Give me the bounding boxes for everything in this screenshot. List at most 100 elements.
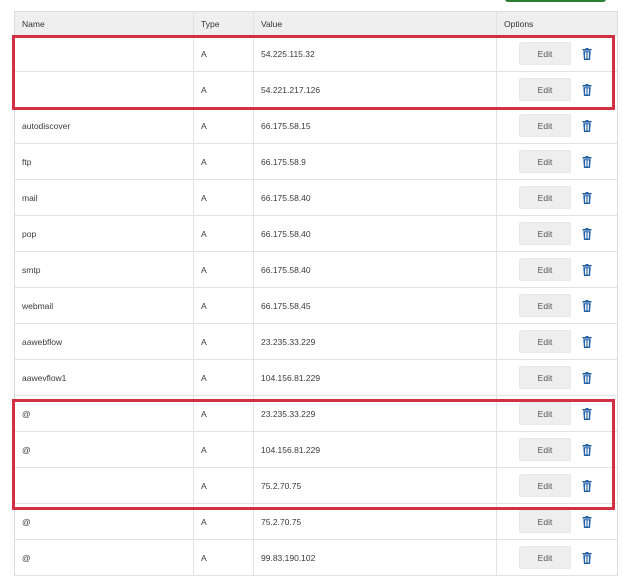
edit-button[interactable]: Edit (519, 546, 571, 569)
trash-icon[interactable] (581, 551, 593, 564)
record-options: Edit (497, 396, 617, 431)
edit-button[interactable]: Edit (519, 330, 571, 353)
edit-button[interactable]: Edit (519, 402, 571, 425)
record-value: 66.175.58.40 (254, 252, 497, 287)
table-row: A 54.221.217.126 Edit (15, 72, 617, 108)
table-row: aawevflow1 A 104.156.81.229 Edit (15, 360, 617, 396)
record-name: @ (15, 432, 194, 467)
edit-button[interactable]: Edit (519, 42, 571, 65)
trash-icon[interactable] (581, 479, 593, 492)
record-name (15, 36, 194, 71)
record-value: 23.235.33.229 (254, 396, 497, 431)
record-value: 75.2.70.75 (254, 468, 497, 503)
record-name: mail (15, 180, 194, 215)
table-row: mail A 66.175.58.40 Edit (15, 180, 617, 216)
record-options: Edit (497, 36, 617, 71)
record-options: Edit (497, 288, 617, 323)
edit-button[interactable]: Edit (519, 186, 571, 209)
record-type: A (194, 324, 254, 359)
record-name: ftp (15, 144, 194, 179)
record-options: Edit (497, 72, 617, 107)
record-options: Edit (497, 324, 617, 359)
record-type: A (194, 432, 254, 467)
edit-button[interactable]: Edit (519, 474, 571, 497)
record-options: Edit (497, 108, 617, 143)
table-row: aawebflow A 23.235.33.229 Edit (15, 324, 617, 360)
record-options: Edit (497, 144, 617, 179)
record-type: A (194, 396, 254, 431)
table-row: autodiscover A 66.175.58.15 Edit (15, 108, 617, 144)
record-type: A (194, 540, 254, 575)
table-row: @ A 99.83.190.102 Edit (15, 540, 617, 576)
record-value: 23.235.33.229 (254, 324, 497, 359)
header-type: Type (194, 12, 254, 35)
trash-icon[interactable] (581, 407, 593, 420)
record-value: 54.221.217.126 (254, 72, 497, 107)
edit-button[interactable]: Edit (519, 78, 571, 101)
record-name: @ (15, 504, 194, 539)
record-type: A (194, 144, 254, 179)
header-name: Name (15, 12, 194, 35)
edit-button[interactable]: Edit (519, 150, 571, 173)
table-row: A 54.225.115.32 Edit (15, 36, 617, 72)
record-options: Edit (497, 252, 617, 287)
edit-button[interactable]: Edit (519, 114, 571, 137)
trash-icon[interactable] (581, 443, 593, 456)
trash-icon[interactable] (581, 227, 593, 240)
table-row: smtp A 66.175.58.40 Edit (15, 252, 617, 288)
edit-button[interactable]: Edit (519, 222, 571, 245)
edit-button[interactable]: Edit (519, 258, 571, 281)
record-name: aawebflow (15, 324, 194, 359)
trash-icon[interactable] (581, 191, 593, 204)
record-options: Edit (497, 468, 617, 503)
record-options: Edit (497, 432, 617, 467)
record-options: Edit (497, 540, 617, 575)
record-value: 99.83.190.102 (254, 540, 497, 575)
record-type: A (194, 468, 254, 503)
trash-icon[interactable] (581, 47, 593, 60)
trash-icon[interactable] (581, 515, 593, 528)
record-options: Edit (497, 504, 617, 539)
record-name: @ (15, 396, 194, 431)
record-options: Edit (497, 180, 617, 215)
record-type: A (194, 360, 254, 395)
table-body: A 54.225.115.32 Edit A 54.221.217.126 Edit aut… (15, 36, 617, 576)
trash-icon[interactable] (581, 119, 593, 132)
record-value: 54.225.115.32 (254, 36, 497, 71)
edit-button[interactable]: Edit (519, 294, 571, 317)
table-row: A 75.2.70.75 Edit (15, 468, 617, 504)
record-type: A (194, 504, 254, 539)
record-type: A (194, 216, 254, 251)
record-name (15, 72, 194, 107)
record-name: autodiscover (15, 108, 194, 143)
record-value: 66.175.58.9 (254, 144, 497, 179)
record-options: Edit (497, 360, 617, 395)
record-value: 66.175.58.40 (254, 216, 497, 251)
record-type: A (194, 108, 254, 143)
edit-button[interactable]: Edit (519, 366, 571, 389)
record-value: 104.156.81.229 (254, 432, 497, 467)
trash-icon[interactable] (581, 155, 593, 168)
trash-icon[interactable] (581, 371, 593, 384)
table-row: @ A 104.156.81.229 Edit (15, 432, 617, 468)
header-options: Options (504, 18, 534, 29)
table-row: @ A 23.235.33.229 Edit (15, 396, 617, 432)
record-value: 66.175.58.40 (254, 180, 497, 215)
record-type: A (194, 180, 254, 215)
edit-button[interactable]: Edit (519, 510, 571, 533)
record-name: aawevflow1 (15, 360, 194, 395)
trash-icon[interactable] (581, 299, 593, 312)
table-header: Name Type Value Options (15, 12, 617, 36)
record-type: A (194, 72, 254, 107)
trash-icon[interactable] (581, 263, 593, 276)
record-name: pop (15, 216, 194, 251)
add-record-button[interactable] (505, 0, 606, 2)
trash-icon[interactable] (581, 83, 593, 96)
trash-icon[interactable] (581, 335, 593, 348)
table-row: @ A 75.2.70.75 Edit (15, 504, 617, 540)
record-value: 66.175.58.15 (254, 108, 497, 143)
edit-button[interactable]: Edit (519, 438, 571, 461)
record-type: A (194, 252, 254, 287)
record-type: A (194, 288, 254, 323)
table-row: ftp A 66.175.58.9 Edit (15, 144, 617, 180)
